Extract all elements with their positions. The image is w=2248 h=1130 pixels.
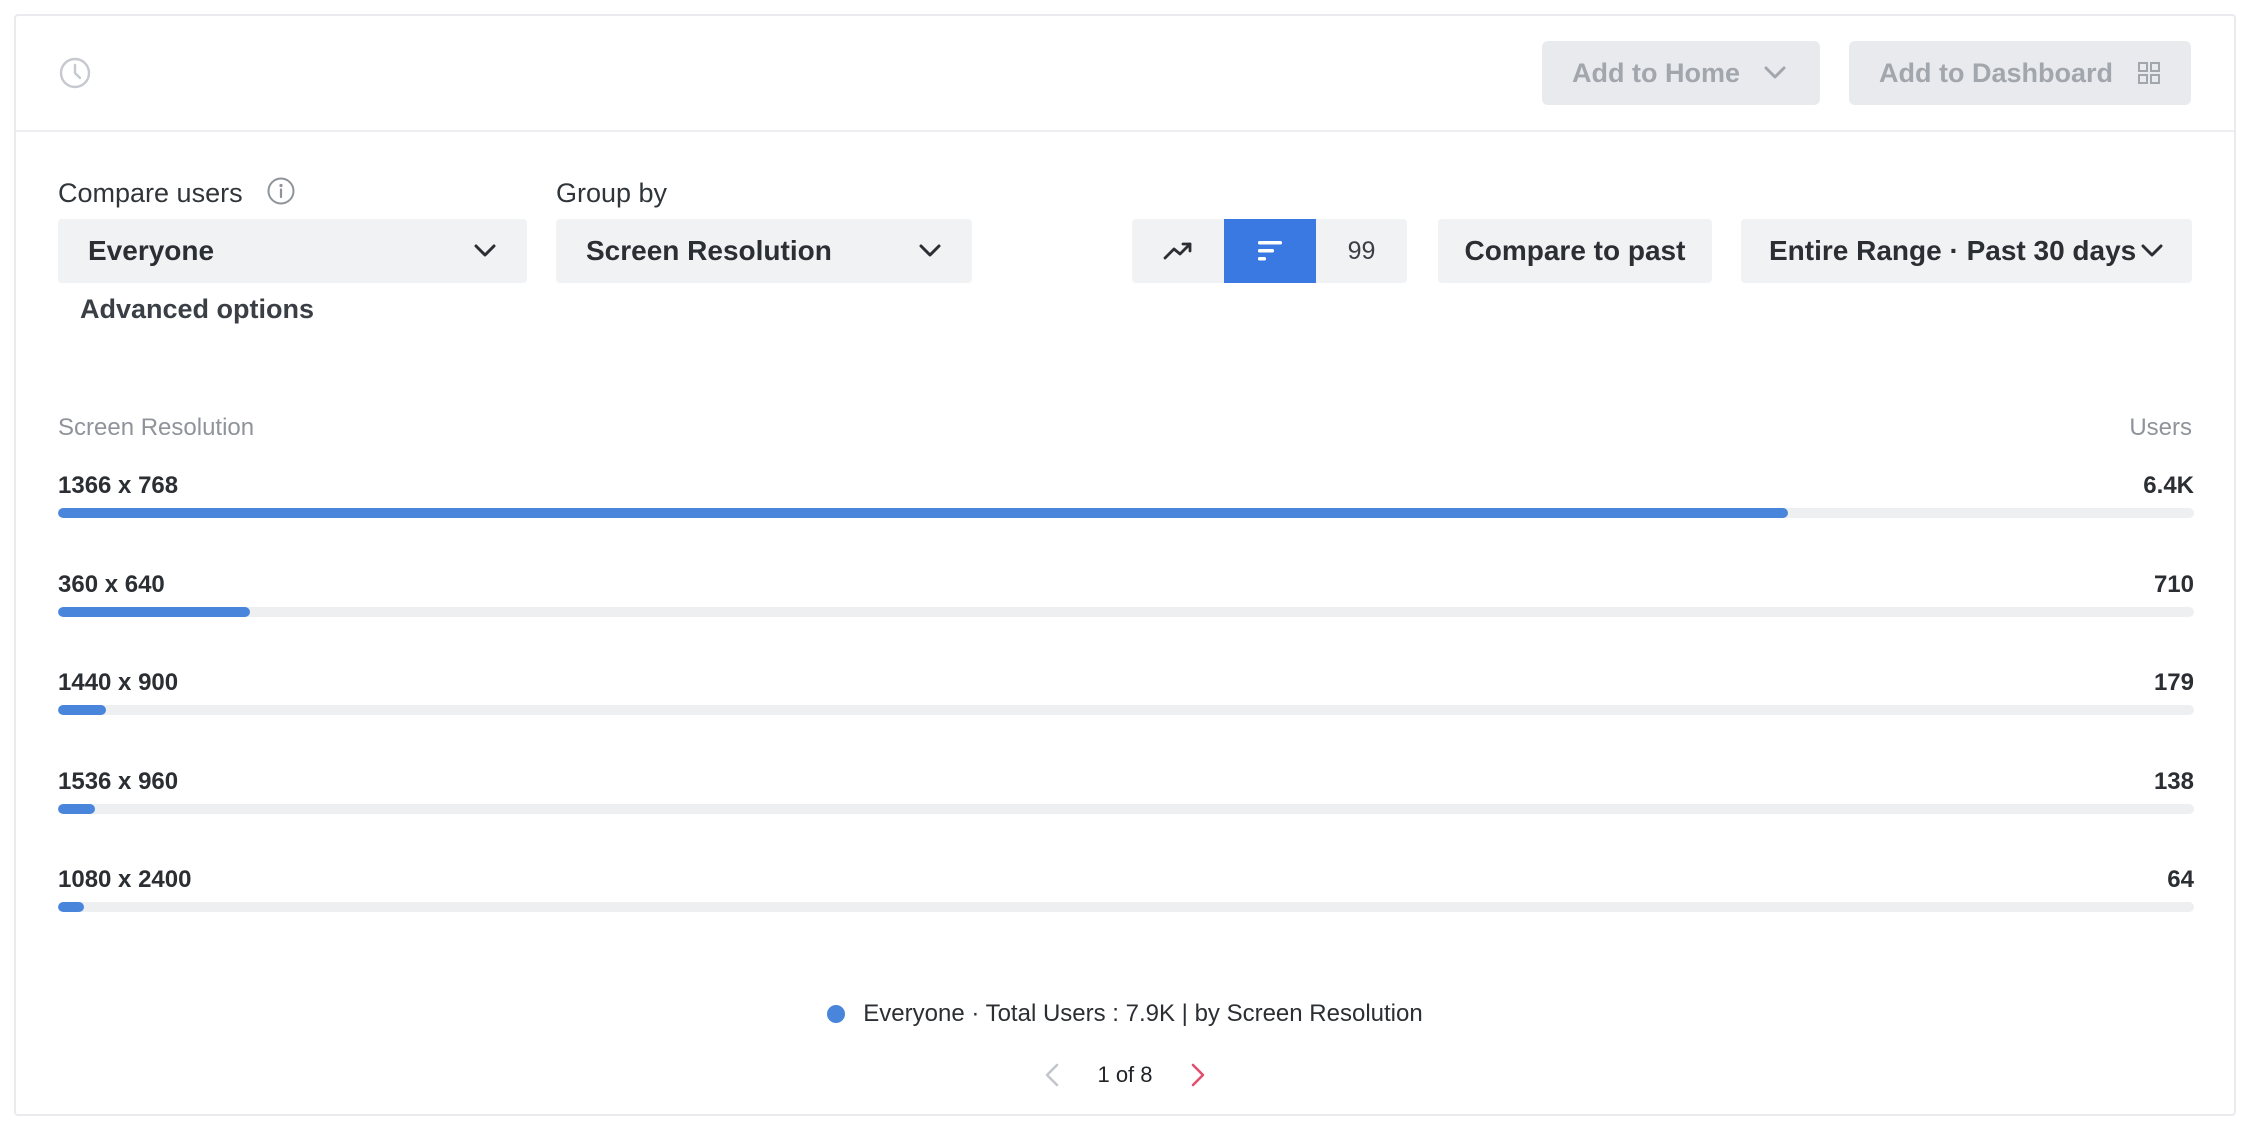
chevron-down-icon: [474, 244, 496, 257]
pagination: 1 of 8: [16, 1062, 2234, 1088]
chevron-down-icon: [2141, 244, 2163, 257]
compare-to-past-button[interactable]: Compare to past: [1438, 219, 1712, 283]
bar-label: 1366 x 768: [58, 472, 179, 499]
bar-value-label: 64: [2167, 866, 2194, 893]
chevron-down-icon: [919, 244, 941, 257]
legend-text: Everyone · Total Users : 7.9K | by Scree…: [863, 1000, 1423, 1027]
bar: [58, 705, 107, 715]
add-to-dashboard-label: Add to Dashboard: [1879, 57, 2113, 88]
bar-row[interactable]: 1366 x 768 6.4K: [58, 472, 2194, 532]
bar-label: 360 x 640: [58, 570, 165, 598]
chart-legend: Everyone · Total Users : 7.9K | by Scree…: [16, 1000, 2234, 1028]
compare-users-label: Compare users: [58, 178, 243, 208]
bar-view-button[interactable]: [1224, 219, 1316, 283]
bar-value-label: 6.4K: [2143, 472, 2194, 499]
column-header-screen-resolution: Screen Resolution: [58, 414, 255, 441]
legend-dot: [827, 1005, 846, 1023]
dashboard-grid-icon: [2138, 62, 2160, 84]
compare-users-select[interactable]: Everyone: [58, 219, 527, 283]
view-toggle: 99: [1132, 219, 1407, 283]
trending-up-icon: [1163, 242, 1192, 260]
group-by-value: Screen Resolution: [586, 235, 832, 266]
bar-value-label: 179: [2153, 669, 2194, 696]
bar-row[interactable]: 360 x 640 710: [58, 571, 2194, 631]
bar-track: [58, 705, 2194, 715]
info-icon[interactable]: [266, 176, 296, 206]
add-to-home-button[interactable]: Add to Home: [1542, 41, 1820, 105]
bar-value-label: 710: [2153, 570, 2194, 598]
group-by-label: Group by: [556, 178, 668, 208]
bar-list-icon: [1258, 241, 1282, 261]
add-to-home-label: Add to Home: [1572, 57, 1740, 88]
row-limit-input[interactable]: 99: [1316, 219, 1407, 283]
bar-label: 1536 x 960: [58, 767, 179, 795]
date-range-value: Entire Range · Past 30 days: [1769, 235, 2137, 266]
bar-row[interactable]: 1536 x 960 138: [58, 768, 2194, 828]
bar-label: 1440 x 900: [58, 669, 179, 696]
bar: [58, 508, 1789, 518]
chart-card: Add to Home Add to Dashboard Compare use…: [14, 14, 2236, 1116]
bar-track: [58, 803, 2194, 814]
next-page-icon[interactable]: [1189, 1062, 1207, 1088]
bar: [58, 902, 84, 912]
date-range-select[interactable]: Entire Range · Past 30 days: [1741, 219, 2192, 283]
bar: [58, 606, 250, 617]
group-by-select[interactable]: Screen Resolution: [556, 219, 972, 283]
card-header: Add to Home Add to Dashboard: [16, 16, 2234, 132]
bar-track: [58, 902, 2194, 912]
chevron-down-icon: [1764, 66, 1786, 79]
advanced-options-link[interactable]: Advanced options: [80, 294, 314, 325]
bar-value-label: 138: [2153, 767, 2194, 795]
add-to-dashboard-button[interactable]: Add to Dashboard: [1849, 41, 2191, 105]
bar-track: [58, 606, 2194, 617]
bar: [58, 803, 96, 814]
column-header-users: Users: [2129, 414, 2192, 441]
bar-row[interactable]: 1440 x 900 179: [58, 669, 2194, 729]
bar-row[interactable]: 1080 x 2400 64: [58, 866, 2194, 926]
bar-track: [58, 508, 2194, 518]
bar-label: 1080 x 2400: [58, 866, 192, 893]
page-indicator: 1 of 8: [1097, 1062, 1153, 1087]
clock-icon[interactable]: [58, 56, 92, 90]
line-view-button[interactable]: [1132, 219, 1224, 283]
prev-page-icon[interactable]: [1043, 1062, 1061, 1088]
compare-users-value: Everyone: [88, 235, 215, 266]
